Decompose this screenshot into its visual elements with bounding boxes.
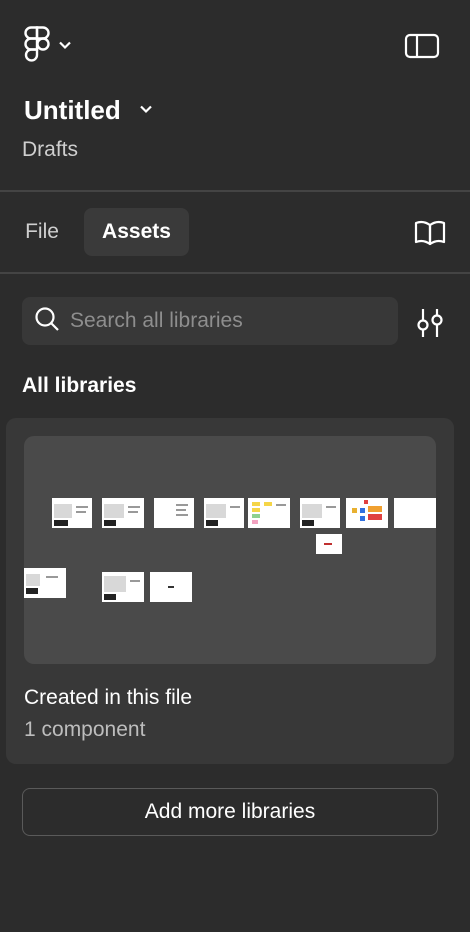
main-menu-button[interactable] [24,25,80,67]
frame-thumbnail [248,498,290,528]
library-thumbnail [24,436,436,664]
file-location-link[interactable]: Drafts [22,138,78,162]
frame-thumbnail [300,498,340,528]
book-open-icon[interactable] [412,218,448,248]
tab-assets[interactable]: Assets [84,208,189,256]
frame-thumbnail [346,498,388,528]
divider [0,272,470,274]
file-title: Untitled [24,94,121,125]
file-title-menu[interactable]: Untitled [24,94,153,126]
frame-thumbnail [204,498,244,528]
library-name: Created in this file [24,686,193,709]
frame-thumbnail [102,498,144,528]
frame-thumbnail [150,572,192,602]
frame-thumbnail [154,498,194,528]
search-icon [34,306,60,337]
library-card[interactable]: Created in this file 1 component [6,418,454,764]
frame-thumbnail [24,568,66,598]
sliders-icon[interactable] [414,306,446,340]
search-box[interactable] [22,297,398,345]
search-input[interactable] [70,309,370,333]
top-bar [0,0,470,90]
frame-thumbnail [52,498,92,528]
frame-thumbnail [316,534,342,554]
section-title: All libraries [22,374,137,397]
chevron-down-icon [139,101,153,119]
sidebar-panel-icon[interactable] [404,32,440,60]
divider [0,190,470,192]
tab-file[interactable]: File [14,208,70,256]
library-component-count: 1 component [24,718,146,741]
figma-logo-icon [24,25,50,67]
chevron-down-icon [58,37,72,55]
frame-thumbnail [394,498,436,528]
add-more-libraries-button[interactable]: Add more libraries [22,788,438,836]
frame-thumbnail [102,572,144,602]
